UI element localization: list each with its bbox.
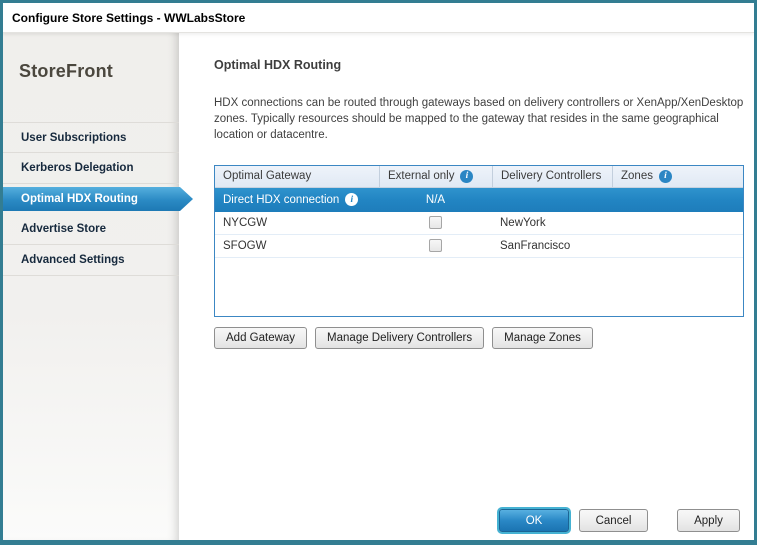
sidebar-menu: User Subscriptions Kerberos Delegation O…	[3, 122, 179, 276]
gateway-cell: NYCGW	[215, 212, 379, 234]
column-header-label: Zones	[621, 170, 653, 182]
sidebar-item-optimal-hdx-routing[interactable]: Optimal HDX Routing	[3, 187, 193, 211]
dialog-footer: OK Cancel Apply	[499, 509, 740, 532]
column-header-label: Delivery Controllers	[501, 170, 601, 182]
sidebar: StoreFront User Subscriptions Kerberos D…	[3, 33, 179, 540]
external-only-info-icon[interactable]	[460, 170, 473, 183]
gateway-cell: Direct HDX connection	[215, 188, 379, 212]
column-header-zones[interactable]: Zones	[612, 166, 743, 187]
gateway-cell: SFOGW	[215, 235, 379, 257]
zones-cell	[612, 188, 743, 212]
sidebar-item-user-subscriptions[interactable]: User Subscriptions	[3, 122, 179, 153]
main-panel: Optimal HDX Routing HDX connections can …	[179, 33, 757, 540]
delivery-controllers-cell	[492, 188, 612, 212]
manage-zones-button[interactable]: Manage Zones	[492, 327, 593, 349]
gateway-name: Direct HDX connection	[223, 194, 339, 206]
dialog-body: StoreFront User Subscriptions Kerberos D…	[3, 33, 754, 540]
delivery-controllers-cell: SanFrancisco	[492, 235, 612, 257]
sidebar-item-advanced-settings[interactable]: Advanced Settings	[3, 245, 179, 276]
column-header-label: External only	[388, 170, 454, 182]
external-only-checkbox[interactable]	[429, 216, 442, 229]
page-description: HDX connections can be routed through ga…	[214, 96, 744, 144]
table-row-sfogw[interactable]: SFOGW SanFrancisco	[215, 235, 743, 258]
gateway-table: Optimal Gateway External only Delivery C…	[214, 165, 744, 317]
zones-cell	[612, 212, 743, 234]
table-row-direct-hdx-connection[interactable]: Direct HDX connection N/A	[215, 188, 743, 212]
external-only-cell	[379, 235, 492, 257]
table-header-row: Optimal Gateway External only Delivery C…	[215, 166, 743, 188]
sidebar-item-kerberos-delegation[interactable]: Kerberos Delegation	[3, 153, 179, 184]
add-gateway-button[interactable]: Add Gateway	[214, 327, 307, 349]
sidebar-item-advertise-store[interactable]: Advertise Store	[3, 214, 179, 245]
page-title: Optimal HDX Routing	[214, 58, 744, 72]
direct-hdx-info-icon[interactable]	[345, 193, 358, 206]
dialog-title: Configure Store Settings - WWLabsStore	[12, 11, 245, 25]
column-header-delivery-controllers[interactable]: Delivery Controllers	[492, 166, 612, 187]
table-action-buttons: Add Gateway Manage Delivery Controllers …	[214, 327, 744, 349]
external-only-checkbox[interactable]	[429, 239, 442, 252]
dialog-titlebar: Configure Store Settings - WWLabsStore	[3, 3, 754, 33]
manage-delivery-controllers-button[interactable]: Manage Delivery Controllers	[315, 327, 484, 349]
column-header-optimal-gateway[interactable]: Optimal Gateway	[215, 166, 379, 187]
column-header-label: Optimal Gateway	[223, 170, 311, 182]
table-row-nycgw[interactable]: NYCGW NewYork	[215, 212, 743, 235]
external-only-cell	[379, 212, 492, 234]
cancel-button[interactable]: Cancel	[579, 509, 648, 532]
external-only-cell: N/A	[379, 188, 492, 212]
ok-button[interactable]: OK	[499, 509, 569, 532]
zones-info-icon[interactable]	[659, 170, 672, 183]
column-header-external-only[interactable]: External only	[379, 166, 492, 187]
zones-cell	[612, 235, 743, 257]
apply-button[interactable]: Apply	[677, 509, 740, 532]
configure-store-settings-dialog: Configure Store Settings - WWLabsStore S…	[0, 0, 757, 545]
table-empty-area	[215, 258, 743, 316]
delivery-controllers-cell: NewYork	[492, 212, 612, 234]
storefront-brand: StoreFront	[3, 33, 179, 82]
